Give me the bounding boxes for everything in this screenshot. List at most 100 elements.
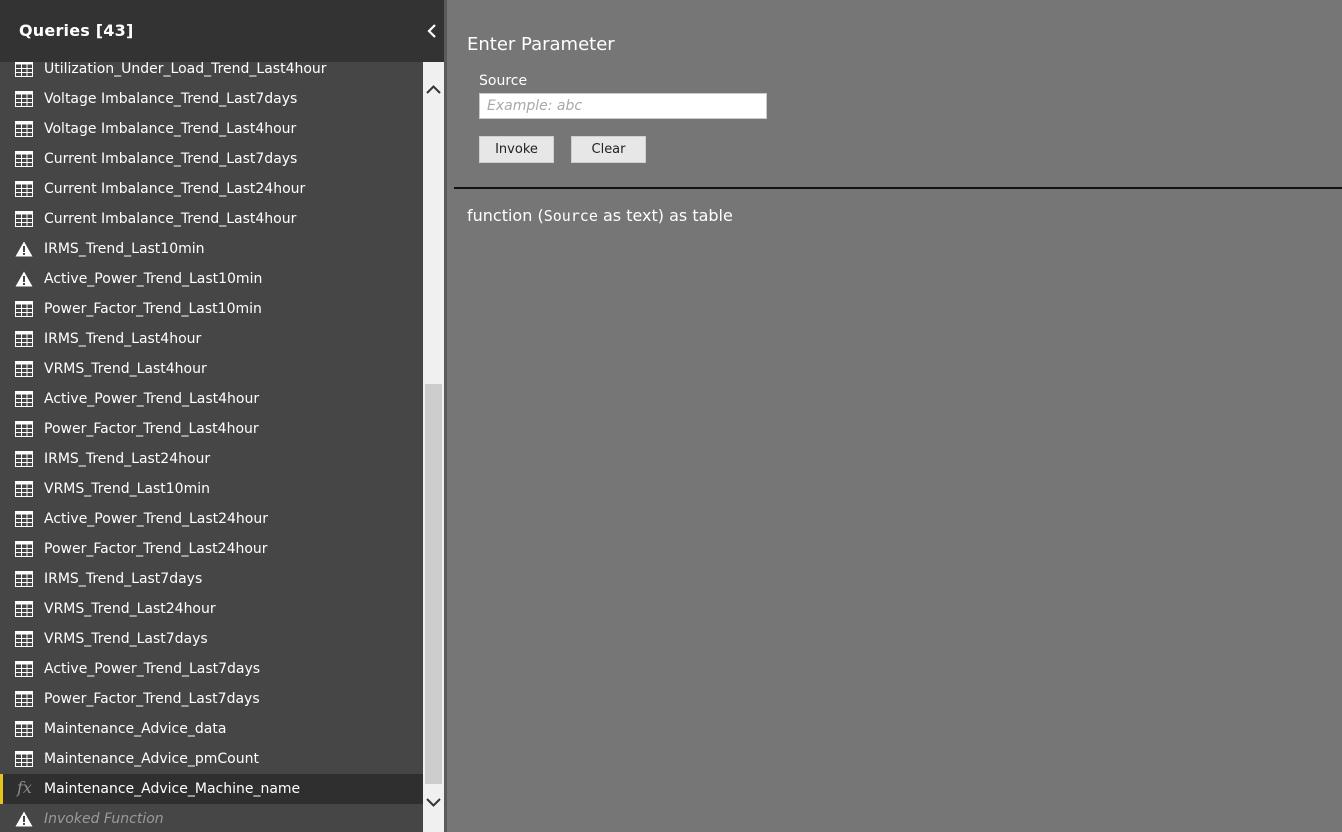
query-item[interactable]: VRMS_Trend_Last10min [0, 474, 423, 504]
query-item-label: Current Imbalance_Trend_Last7days [44, 151, 298, 167]
query-item[interactable]: Power_Factor_Trend_Last10min [0, 294, 423, 324]
table-icon [15, 721, 33, 737]
query-item-label: Maintenance_Advice_Machine_name [44, 781, 301, 797]
signature-prefix: function ( [467, 206, 544, 225]
query-item[interactable]: IRMS_Trend_Last10min [0, 234, 423, 264]
query-item[interactable]: Maintenance_Advice_pmCount [0, 744, 423, 774]
query-list-scrollbar[interactable] [423, 62, 444, 832]
pane-divider[interactable] [444, 0, 447, 832]
table-icon [15, 511, 33, 527]
query-item[interactable]: Voltage Imbalance_Trend_Last4hour [0, 114, 423, 144]
query-item[interactable]: Utilization_Under_Load_Trend_Last4hour [0, 62, 423, 84]
warning-icon [15, 811, 33, 827]
query-item-label: Power_Factor_Trend_Last24hour [44, 541, 268, 557]
queries-title: Queries [43] [19, 21, 134, 40]
warning-icon [15, 271, 33, 287]
signature-param-name: Source [543, 207, 598, 225]
table-icon [15, 601, 33, 617]
content-divider [454, 187, 1342, 189]
query-list-viewport: Utilization_Under_Load_Trend_Last4hour Vo… [0, 62, 423, 832]
source-label: Source [479, 73, 528, 89]
query-item-label: IRMS_Trend_Last7days [44, 571, 203, 587]
query-item[interactable]: Power_Factor_Trend_Last7days [0, 684, 423, 714]
queries-pane: Queries [43] Utilization_Under_Load_Tren… [0, 0, 447, 832]
query-list: Utilization_Under_Load_Trend_Last4hour Vo… [0, 62, 423, 832]
query-item[interactable]: Current Imbalance_Trend_Last4hour [0, 204, 423, 234]
query-item[interactable]: Voltage Imbalance_Trend_Last7days [0, 84, 423, 114]
query-item[interactable]: VRMS_Trend_Last24hour [0, 594, 423, 624]
scroll-down-button[interactable] [423, 792, 444, 812]
table-icon [15, 62, 33, 77]
table-icon [15, 301, 33, 317]
table-icon [15, 541, 33, 557]
invoke-button[interactable]: Invoke [479, 136, 554, 163]
table-icon [15, 751, 33, 767]
table-icon [15, 481, 33, 497]
clear-button[interactable]: Clear [571, 136, 646, 163]
query-item-label: Active_Power_Trend_Last10min [44, 271, 263, 287]
query-item[interactable]: IRMS_Trend_Last24hour [0, 444, 423, 474]
table-icon [15, 451, 33, 467]
query-item-label: Voltage Imbalance_Trend_Last4hour [44, 121, 297, 137]
query-item-label: Maintenance_Advice_pmCount [44, 751, 259, 767]
query-item[interactable]: fx Maintenance_Advice_Machine_name [0, 774, 423, 804]
function-icon: fx [17, 778, 32, 797]
query-item-label: Power_Factor_Trend_Last7days [44, 691, 260, 707]
query-item[interactable]: VRMS_Trend_Last7days [0, 624, 423, 654]
table-icon [15, 211, 33, 227]
query-item-label: Voltage Imbalance_Trend_Last7days [44, 91, 298, 107]
query-item-label: Active_Power_Trend_Last24hour [44, 511, 268, 527]
chevron-down-icon [426, 798, 441, 807]
query-item[interactable]: IRMS_Trend_Last7days [0, 564, 423, 594]
table-icon [15, 181, 33, 197]
query-item-label: Current Imbalance_Trend_Last4hour [44, 211, 297, 227]
source-input[interactable] [479, 93, 767, 119]
queries-header: Queries [43] [0, 0, 447, 62]
query-item[interactable]: Active_Power_Trend_Last7days [0, 654, 423, 684]
query-item-label: VRMS_Trend_Last24hour [44, 601, 216, 617]
query-item[interactable]: Active_Power_Trend_Last4hour [0, 384, 423, 414]
query-item-label: IRMS_Trend_Last10min [44, 241, 205, 257]
chevron-left-icon [427, 24, 436, 38]
scroll-up-button[interactable] [423, 80, 444, 100]
query-item[interactable]: Active_Power_Trend_Last24hour [0, 504, 423, 534]
table-icon [15, 691, 33, 707]
table-icon [15, 91, 33, 107]
query-item-label: VRMS_Trend_Last7days [44, 631, 208, 647]
query-item-label: Invoked Function [44, 811, 164, 827]
warning-icon [15, 241, 33, 257]
query-item[interactable]: Current Imbalance_Trend_Last7days [0, 144, 423, 174]
table-icon [15, 331, 33, 347]
query-item-label: Current Imbalance_Trend_Last24hour [44, 181, 306, 197]
table-icon [15, 571, 33, 587]
table-icon [15, 151, 33, 167]
table-icon [15, 391, 33, 407]
query-item-label: VRMS_Trend_Last4hour [44, 361, 207, 377]
chevron-up-icon [426, 85, 441, 94]
query-item-label: Utilization_Under_Load_Trend_Last4hour [44, 62, 327, 77]
table-icon [15, 661, 33, 677]
function-signature: function (Source as text) as table [467, 206, 733, 225]
table-icon [15, 421, 33, 437]
query-item[interactable]: Power_Factor_Trend_Last24hour [0, 534, 423, 564]
query-item-label: Active_Power_Trend_Last4hour [44, 391, 260, 407]
scroll-thumb[interactable] [425, 384, 442, 784]
table-icon [15, 361, 33, 377]
query-item-label: Power_Factor_Trend_Last4hour [44, 421, 259, 437]
query-item[interactable]: Invoked Function [0, 804, 423, 832]
collapse-pane-button[interactable] [422, 20, 442, 42]
query-item[interactable]: Maintenance_Advice_data [0, 714, 423, 744]
query-item-label: Power_Factor_Trend_Last10min [44, 301, 262, 317]
query-item-label: IRMS_Trend_Last4hour [44, 331, 202, 347]
query-item[interactable]: Active_Power_Trend_Last10min [0, 264, 423, 294]
query-item[interactable]: IRMS_Trend_Last4hour [0, 324, 423, 354]
query-item-label: IRMS_Trend_Last24hour [44, 451, 211, 467]
query-item[interactable]: Current Imbalance_Trend_Last24hour [0, 174, 423, 204]
signature-suffix: as text) as table [597, 206, 733, 225]
query-item-label: VRMS_Trend_Last10min [44, 481, 210, 497]
query-item[interactable]: VRMS_Trend_Last4hour [0, 354, 423, 384]
parameter-panel-title: Enter Parameter [467, 34, 615, 55]
query-item[interactable]: Power_Factor_Trend_Last4hour [0, 414, 423, 444]
table-icon [15, 121, 33, 137]
query-item-label: Maintenance_Advice_data [44, 721, 227, 737]
